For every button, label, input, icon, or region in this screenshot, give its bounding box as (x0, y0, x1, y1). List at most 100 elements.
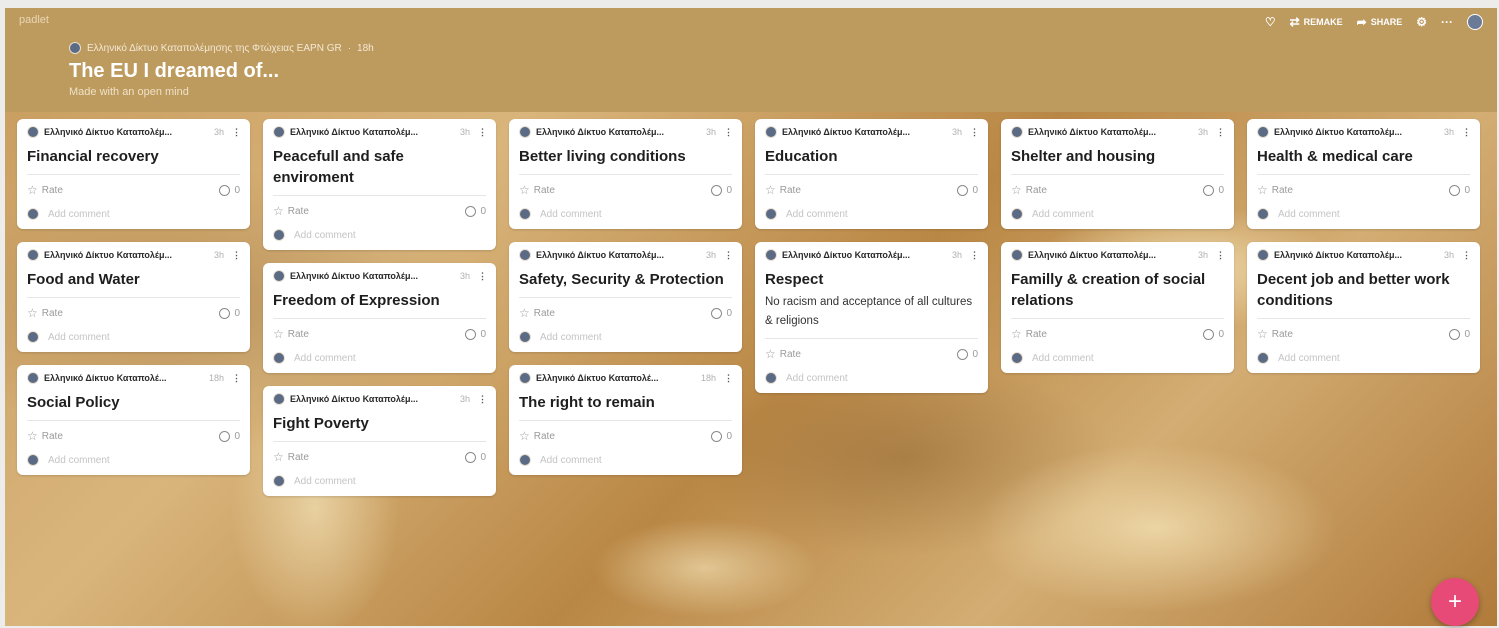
star-icon[interactable]: ☆ (27, 306, 38, 320)
star-icon[interactable]: ☆ (519, 183, 530, 197)
post-author[interactable]: Ελληνικό Δίκτυο Καταπολέμ... (1028, 250, 1192, 260)
rate-button[interactable]: Rate (534, 185, 555, 196)
rate-button[interactable]: Rate (288, 329, 309, 340)
comment-icon[interactable] (465, 328, 477, 340)
header-author[interactable]: Ελληνικό Δίκτυο Καταπολέμησης της Φτώχει… (87, 43, 342, 54)
post-author[interactable]: Ελληνικό Δίκτυο Καταπολέμ... (44, 127, 208, 137)
remake-button[interactable]: ⇄ REMAKE (1290, 15, 1343, 29)
post-card[interactable]: Ελληνικό Δίκτυο Καταπολέμ... 3h ⋮ Health… (1247, 119, 1480, 229)
add-comment-input[interactable]: Add comment (48, 332, 110, 343)
post-menu-icon[interactable]: ⋮ (1216, 250, 1225, 261)
post-card[interactable]: Ελληνικό Δίκτυο Καταπολέμ... 3h ⋮ Educat… (755, 119, 988, 229)
avatar[interactable] (1257, 126, 1269, 138)
rate-button[interactable]: Rate (534, 431, 555, 442)
avatar[interactable] (519, 249, 531, 261)
post-card[interactable]: Ελληνικό Δίκτυο Καταπολέμ... 3h ⋮ Food a… (17, 242, 250, 352)
add-comment-input[interactable]: Add comment (294, 353, 356, 364)
post-menu-icon[interactable]: ⋮ (232, 373, 241, 384)
brand-logo[interactable]: padlet (19, 14, 49, 26)
rate-button[interactable]: Rate (288, 206, 309, 217)
post-card[interactable]: Ελληνικό Δίκτυο Καταπολέμ... 3h ⋮ Financ… (17, 119, 250, 229)
rate-button[interactable]: Rate (1026, 329, 1047, 340)
star-icon[interactable]: ☆ (27, 183, 38, 197)
post-card[interactable]: Ελληνικό Δίκτυο Καταπολέ... 18h ⋮ Social… (17, 365, 250, 475)
avatar[interactable] (273, 126, 285, 138)
post-card[interactable]: Ελληνικό Δίκτυο Καταπολέμ... 3h ⋮ Safety… (509, 242, 742, 352)
rate-button[interactable]: Rate (42, 308, 63, 319)
post-author[interactable]: Ελληνικό Δίκτυο Καταπολέμ... (536, 250, 700, 260)
add-comment-input[interactable]: Add comment (540, 209, 602, 220)
share-button[interactable]: ➦ SHARE (1357, 15, 1403, 29)
post-author[interactable]: Ελληνικό Δίκτυο Καταπολέ... (44, 373, 203, 383)
star-icon[interactable]: ☆ (519, 306, 530, 320)
post-menu-icon[interactable]: ⋮ (724, 127, 733, 138)
add-comment-input[interactable]: Add comment (1278, 353, 1340, 364)
add-comment-input[interactable]: Add comment (786, 373, 848, 384)
comment-icon[interactable] (1203, 328, 1215, 340)
comment-icon[interactable] (957, 348, 969, 360)
post-author[interactable]: Ελληνικό Δίκτυο Καταπολέμ... (290, 394, 454, 404)
comment-icon[interactable] (1203, 184, 1215, 196)
gear-icon[interactable]: ⚙ (1416, 15, 1427, 29)
add-comment-input[interactable]: Add comment (1278, 209, 1340, 220)
star-icon[interactable]: ☆ (273, 327, 284, 341)
avatar[interactable] (1257, 249, 1269, 261)
avatar[interactable] (1011, 126, 1023, 138)
user-avatar[interactable] (1467, 14, 1483, 30)
avatar[interactable] (519, 126, 531, 138)
star-icon[interactable]: ☆ (765, 183, 776, 197)
post-menu-icon[interactable]: ⋮ (478, 394, 487, 405)
add-comment-input[interactable]: Add comment (48, 455, 110, 466)
star-icon[interactable]: ☆ (27, 429, 38, 443)
rate-button[interactable]: Rate (1272, 329, 1293, 340)
post-card[interactable]: Ελληνικό Δίκτυο Καταπολέμ... 3h ⋮ Famill… (1001, 242, 1234, 373)
comment-icon[interactable] (219, 307, 231, 319)
post-card[interactable]: Ελληνικό Δίκτυο Καταπολέμ... 3h ⋮ Shelte… (1001, 119, 1234, 229)
post-author[interactable]: Ελληνικό Δίκτυο Καταπολέμ... (782, 250, 946, 260)
post-author[interactable]: Ελληνικό Δίκτυο Καταπολέμ... (44, 250, 208, 260)
post-menu-icon[interactable]: ⋮ (232, 250, 241, 261)
comment-icon[interactable] (219, 184, 231, 196)
avatar[interactable] (519, 372, 531, 384)
avatar[interactable] (69, 42, 81, 54)
add-comment-input[interactable]: Add comment (540, 332, 602, 343)
comment-icon[interactable] (465, 451, 477, 463)
post-author[interactable]: Ελληνικό Δίκτυο Καταπολέμ... (290, 127, 454, 137)
avatar[interactable] (27, 249, 39, 261)
star-icon[interactable]: ☆ (519, 429, 530, 443)
add-comment-input[interactable]: Add comment (786, 209, 848, 220)
post-card[interactable]: Ελληνικό Δίκτυο Καταπολέμ... 3h ⋮ Peacef… (263, 119, 496, 250)
rate-button[interactable]: Rate (534, 308, 555, 319)
add-comment-input[interactable]: Add comment (294, 230, 356, 241)
rate-button[interactable]: Rate (1272, 185, 1293, 196)
post-author[interactable]: Ελληνικό Δίκτυο Καταπολέμ... (1028, 127, 1192, 137)
post-menu-icon[interactable]: ⋮ (1462, 250, 1471, 261)
add-comment-input[interactable]: Add comment (1032, 353, 1094, 364)
rate-button[interactable]: Rate (42, 431, 63, 442)
avatar[interactable] (765, 126, 777, 138)
heart-icon[interactable]: ♡ (1265, 15, 1276, 29)
post-menu-icon[interactable]: ⋮ (970, 127, 979, 138)
add-comment-input[interactable]: Add comment (540, 455, 602, 466)
star-icon[interactable]: ☆ (1257, 183, 1268, 197)
comment-icon[interactable] (711, 184, 723, 196)
avatar[interactable] (27, 126, 39, 138)
post-card[interactable]: Ελληνικό Δίκτυο Καταπολέμ... 3h ⋮ Fight … (263, 386, 496, 496)
add-comment-input[interactable]: Add comment (1032, 209, 1094, 220)
post-menu-icon[interactable]: ⋮ (1216, 127, 1225, 138)
post-menu-icon[interactable]: ⋮ (970, 250, 979, 261)
post-card[interactable]: Ελληνικό Δίκτυο Καταπολέμ... 3h ⋮ Respec… (755, 242, 988, 393)
add-comment-input[interactable]: Add comment (48, 209, 110, 220)
avatar[interactable] (27, 372, 39, 384)
rate-button[interactable]: Rate (780, 349, 801, 360)
avatar[interactable] (765, 249, 777, 261)
post-card[interactable]: Ελληνικό Δίκτυο Καταπολέ... 18h ⋮ The ri… (509, 365, 742, 475)
post-menu-icon[interactable]: ⋮ (724, 250, 733, 261)
post-author[interactable]: Ελληνικό Δίκτυο Καταπολέμ... (1274, 250, 1438, 260)
rate-button[interactable]: Rate (42, 185, 63, 196)
star-icon[interactable]: ☆ (1257, 327, 1268, 341)
post-card[interactable]: Ελληνικό Δίκτυο Καταπολέμ... 3h ⋮ Better… (509, 119, 742, 229)
post-menu-icon[interactable]: ⋮ (232, 127, 241, 138)
rate-button[interactable]: Rate (1026, 185, 1047, 196)
avatar[interactable] (273, 393, 285, 405)
